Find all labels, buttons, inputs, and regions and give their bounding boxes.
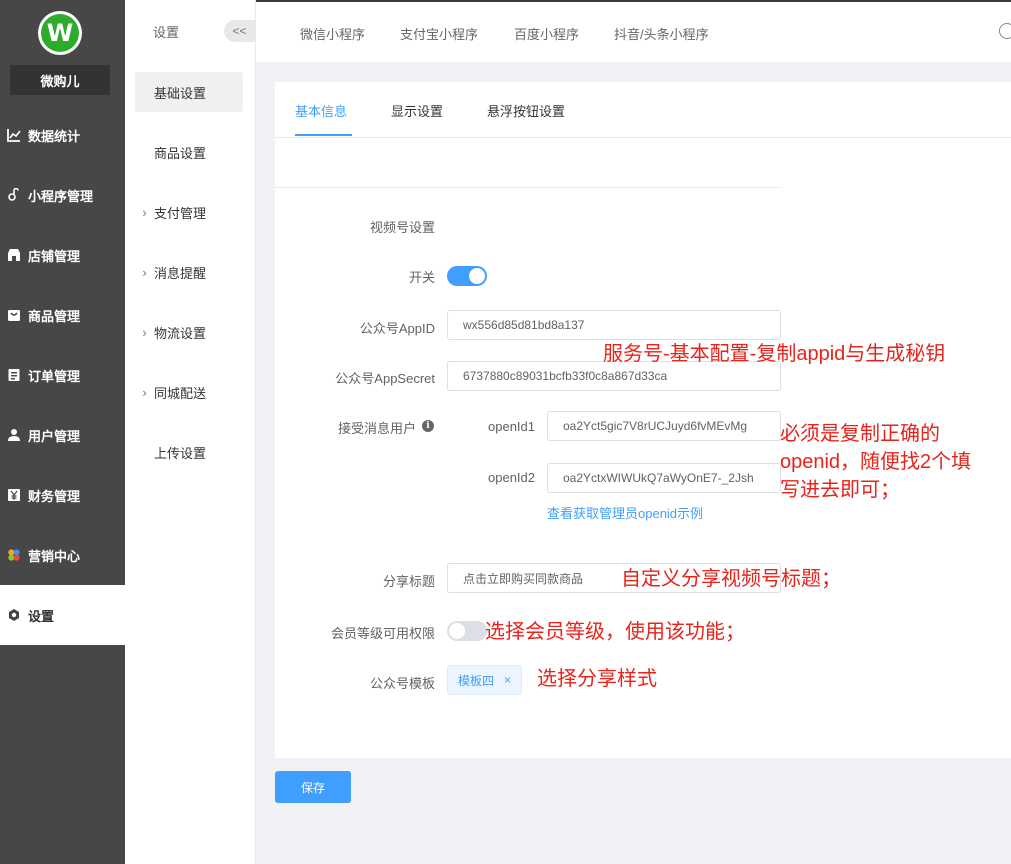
top-tab-baidu[interactable]: 百度小程序 bbox=[514, 24, 579, 43]
openid1-label: openId1 bbox=[488, 419, 535, 434]
nav-label: 设置 bbox=[28, 608, 55, 624]
annotation-share-title: 自定义分享视频号标题； bbox=[621, 568, 841, 590]
section-title: 视频号设置 bbox=[369, 220, 435, 235]
user-icon bbox=[7, 428, 21, 442]
chart-icon bbox=[7, 128, 21, 142]
member-level-toggle[interactable] bbox=[447, 621, 487, 641]
nav-item-marketing[interactable]: 营销中心 bbox=[0, 525, 125, 585]
nav-item-orders[interactable]: 订单管理 bbox=[0, 345, 125, 405]
template-tag-label: 模板四 bbox=[458, 673, 495, 688]
subnav-label: 上传设置 bbox=[154, 445, 207, 461]
annotation-template: 选择分享样式 bbox=[537, 668, 657, 690]
subnav-label: 商品设置 bbox=[154, 145, 207, 161]
nav-item-store[interactable]: 店铺管理 bbox=[0, 225, 125, 285]
close-icon[interactable]: × bbox=[504, 673, 511, 687]
finance-icon bbox=[7, 488, 21, 502]
subnav-item-local-delivery[interactable]: › 同城配送 bbox=[135, 372, 243, 412]
toggle-knob bbox=[449, 623, 465, 639]
subnav-label: 同城配送 bbox=[154, 385, 207, 401]
nav-item-miniprogram[interactable]: 小程序管理 bbox=[0, 165, 125, 225]
share-title-label: 分享标题 bbox=[382, 574, 435, 589]
video-account-toggle[interactable] bbox=[447, 266, 487, 286]
template-label: 公众号模板 bbox=[369, 676, 435, 691]
subnav-label: 支付管理 bbox=[154, 205, 207, 221]
nav-item-finance[interactable]: 财务管理 bbox=[0, 465, 125, 525]
chevron-right-icon: › bbox=[142, 384, 147, 400]
nav-label: 小程序管理 bbox=[28, 188, 94, 204]
nav-label: 用户管理 bbox=[28, 428, 81, 444]
download-icon[interactable] bbox=[999, 23, 1011, 39]
content-tabs: 基本信息 显示设置 悬浮按钮设置 bbox=[275, 82, 1011, 138]
annotation-appid: 服务号-基本配置-复制appid与生成秘钥 bbox=[603, 343, 946, 365]
annotation-openid-line1: 必须是复制正确的 bbox=[780, 423, 940, 445]
main-sidebar: W 微购儿 数据统计 小程序管理 店铺管理 商品管理 订单管理 用户管理 财务管… bbox=[0, 0, 125, 864]
subnav-item-basic-settings[interactable]: 基础设置 bbox=[135, 72, 243, 112]
nav-item-settings[interactable]: 设置 bbox=[0, 585, 125, 645]
store-icon bbox=[7, 248, 21, 262]
chevron-right-icon: › bbox=[142, 264, 147, 280]
nav-label: 财务管理 bbox=[28, 488, 81, 504]
divider bbox=[275, 187, 782, 188]
brand-logo-letter: W bbox=[41, 14, 79, 52]
subnav-label: 消息提醒 bbox=[154, 265, 207, 281]
openid-help-link[interactable]: 查看获取管理员openid示例 bbox=[547, 503, 703, 522]
subnav-item-messages[interactable]: › 消息提醒 bbox=[135, 252, 243, 292]
gear-icon bbox=[7, 608, 21, 622]
save-button[interactable]: 保存 bbox=[275, 771, 351, 803]
info-icon[interactable]: i bbox=[422, 420, 434, 432]
annotation-member-level: 选择会员等级，使用该功能； bbox=[485, 621, 745, 643]
order-icon bbox=[7, 368, 21, 382]
top-bar: 微信小程序 支付宝小程序 百度小程序 抖音/头条小程序 bbox=[256, 2, 1011, 62]
receiver-label: 接受消息用户 bbox=[337, 421, 416, 436]
nav-label: 数据统计 bbox=[28, 128, 81, 144]
subnav-label: 物流设置 bbox=[154, 325, 207, 341]
marketing-icon bbox=[7, 548, 21, 562]
chevron-right-icon: › bbox=[142, 204, 147, 220]
nav-item-data-stats[interactable]: 数据统计 bbox=[0, 105, 125, 165]
tab-float-button-settings[interactable]: 悬浮按钮设置 bbox=[487, 101, 565, 120]
subnav-item-payment[interactable]: › 支付管理 bbox=[135, 192, 243, 232]
top-tab-wechat[interactable]: 微信小程序 bbox=[300, 24, 365, 43]
appid-input[interactable]: wx556d85d81bd8a137 bbox=[447, 310, 781, 340]
openid1-input[interactable]: oa2Yct5gic7V8rUCJuyd6fvMEvMg bbox=[547, 411, 781, 441]
nav-label: 商品管理 bbox=[28, 308, 81, 324]
subnav-item-logistics[interactable]: › 物流设置 bbox=[135, 312, 243, 352]
member-level-label: 会员等级可用权限 bbox=[330, 626, 435, 641]
openid2-input[interactable]: oa2YctxWIWUkQ7aWyOnE7-_2Jsh bbox=[547, 463, 781, 493]
chevron-right-icon: › bbox=[142, 324, 147, 340]
top-tab-alipay[interactable]: 支付宝小程序 bbox=[400, 24, 478, 43]
collapse-sidebar-button[interactable]: << bbox=[224, 20, 255, 42]
toggle-knob bbox=[469, 268, 485, 284]
brand-logo: W bbox=[38, 11, 82, 55]
tab-basic-info[interactable]: 基本信息 bbox=[295, 101, 347, 120]
active-tab-indicator bbox=[295, 134, 352, 136]
link-icon bbox=[7, 188, 21, 202]
top-tab-douyin[interactable]: 抖音/头条小程序 bbox=[614, 24, 709, 43]
nav-label: 营销中心 bbox=[28, 548, 81, 564]
nav-item-users[interactable]: 用户管理 bbox=[0, 405, 125, 465]
subnav-item-goods-settings[interactable]: 商品设置 bbox=[135, 132, 243, 172]
nav-item-goods[interactable]: 商品管理 bbox=[0, 285, 125, 345]
goods-icon bbox=[7, 308, 21, 322]
template-tag[interactable]: 模板四 × bbox=[447, 665, 523, 695]
annotation-openid-line3: 写进去即可； bbox=[780, 479, 900, 501]
switch-label: 开关 bbox=[408, 270, 435, 285]
annotation-openid-line2: openid，随便找2个填 bbox=[780, 451, 972, 473]
tab-display-settings[interactable]: 显示设置 bbox=[391, 101, 443, 120]
appid-label: 公众号AppID bbox=[359, 321, 435, 336]
nav-label: 订单管理 bbox=[28, 368, 81, 384]
shop-name: 微购儿 bbox=[10, 65, 110, 95]
openid2-label: openId2 bbox=[488, 470, 535, 485]
appsecret-label: 公众号AppSecret bbox=[335, 371, 435, 386]
subnav-label: 基础设置 bbox=[154, 85, 207, 101]
nav-label: 店铺管理 bbox=[28, 248, 81, 264]
subnav-title: 设置 bbox=[153, 25, 180, 40]
subnav-item-upload[interactable]: 上传设置 bbox=[135, 432, 243, 472]
